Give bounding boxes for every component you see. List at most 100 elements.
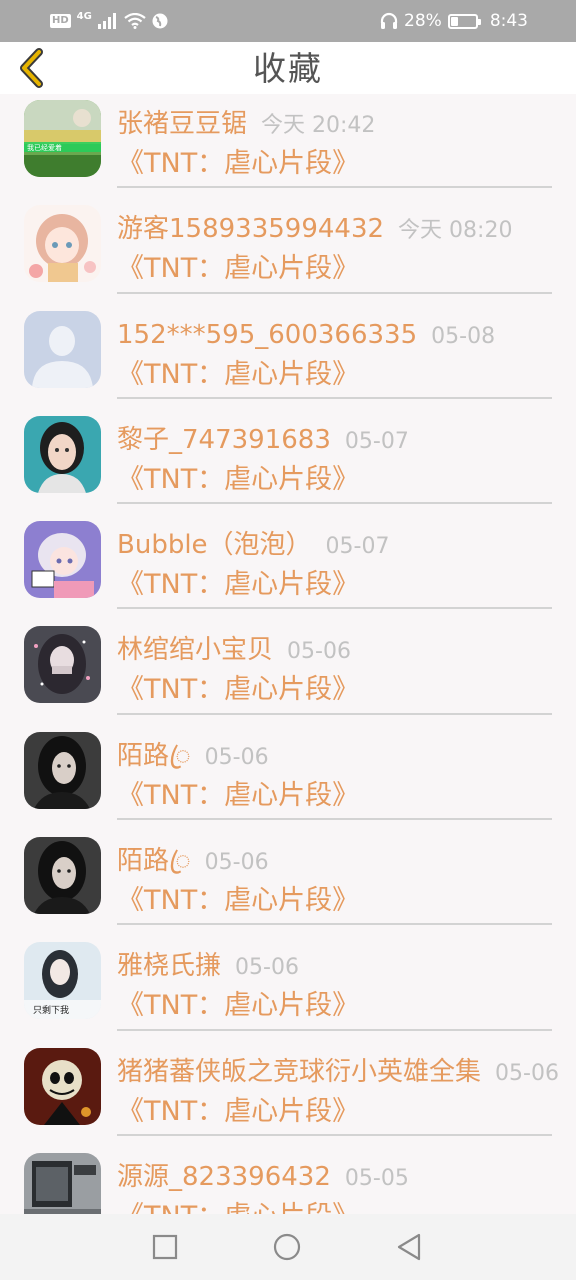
divider	[117, 818, 552, 821]
avatar[interactable]	[24, 731, 101, 809]
back-triangle-icon	[397, 1233, 421, 1261]
avatar[interactable]	[24, 310, 101, 388]
timestamp: 05-07	[325, 534, 390, 560]
nickname: 雅桡氏搛	[117, 951, 222, 982]
timestamp: 05-05	[344, 1165, 409, 1191]
list-item[interactable]: 我已经爱着 张褚豆豆锯 今天 20:42 《TNT：虐心片段》	[0, 94, 576, 199]
list-item[interactable]: 林绾绾小宝贝 05-06 《TNT：虐心片段》	[0, 620, 576, 725]
avatar-image: 只剩下我	[24, 942, 101, 1020]
avatar-image	[24, 415, 101, 493]
timestamp: 05-06	[495, 1060, 559, 1086]
avatar-image	[24, 521, 101, 599]
recent-apps-button[interactable]	[150, 1232, 180, 1262]
list-item[interactable]: 源源_823396432 05-05 《TNT：虐心片段》	[0, 1147, 576, 1214]
avatar[interactable]	[24, 205, 101, 283]
work-title[interactable]: 《TNT：虐心片段》	[117, 251, 359, 287]
headset-icon	[380, 12, 398, 29]
avatar[interactable]	[24, 626, 101, 704]
back-nav-button[interactable]	[394, 1232, 424, 1262]
network-type: 4G	[76, 11, 92, 22]
avatar[interactable]: 我已经爱着	[24, 100, 101, 177]
work-title[interactable]: 《TNT：虐心片段》	[117, 462, 359, 498]
avatar[interactable]	[24, 1152, 101, 1214]
timestamp: 今天 20:42	[261, 113, 376, 138]
list-item[interactable]: 152***595_600366335 05-08 《TNT：虐心片段》	[0, 305, 576, 410]
signal-icon	[97, 13, 116, 29]
home-icon	[273, 1233, 301, 1261]
divider	[117, 607, 552, 610]
hd-badge: HD	[50, 14, 71, 28]
avatar-badge-text: 只剩下我	[33, 1004, 69, 1016]
divider	[117, 712, 552, 715]
system-nav-bar	[0, 1214, 576, 1280]
avatar[interactable]	[24, 837, 101, 915]
work-title[interactable]: 《TNT：虐心片段》	[117, 778, 359, 814]
avatar-image: 我已经爱着	[24, 100, 101, 177]
timestamp: 05-06	[287, 639, 351, 665]
work-title[interactable]: 《TNT：虐心片段》	[117, 672, 359, 708]
globe-icon	[152, 13, 168, 29]
avatar[interactable]	[24, 1047, 101, 1125]
timestamp: 今天 08:20	[398, 218, 513, 244]
work-title[interactable]: 《TNT：虐心片段》	[117, 883, 359, 919]
avatar-image	[24, 1152, 101, 1214]
avatar-image	[24, 626, 101, 704]
battery-level	[450, 16, 458, 26]
avatar-image	[24, 731, 101, 809]
nickname: 源源_823396432	[117, 1161, 331, 1192]
nickname: 陌路ꦿ	[117, 740, 191, 771]
avatar-image	[24, 205, 101, 283]
divider	[117, 502, 552, 505]
work-title[interactable]: 《TNT：虐心片段》	[117, 567, 359, 603]
nickname: 猪猪蕃侠皈之竞球衍小英雄全集	[117, 1056, 482, 1087]
page-title: 收藏	[253, 49, 323, 88]
home-button[interactable]	[272, 1232, 302, 1262]
timestamp: 05-06	[235, 955, 299, 981]
default-avatar-icon	[24, 310, 101, 388]
list-item[interactable]: 游客1589335994432 今天 08:20 《TNT：虐心片段》	[0, 199, 576, 304]
divider	[117, 1133, 552, 1136]
nickname: 黎子_747391683	[117, 424, 331, 455]
divider	[117, 291, 552, 294]
nickname: 游客1589335994432	[117, 214, 385, 245]
battery-icon	[447, 13, 481, 29]
work-title[interactable]: 《TNT：虐心片段》	[117, 357, 359, 393]
recent-apps-icon	[152, 1234, 178, 1260]
nickname: Bubble（泡泡）	[117, 530, 312, 561]
divider	[117, 923, 552, 926]
work-title[interactable]: 《TNT：虐心片段》	[117, 1199, 359, 1214]
timestamp: 05-06	[204, 744, 269, 770]
app-header: 收藏	[0, 42, 576, 94]
divider	[117, 396, 552, 399]
wifi-icon	[124, 13, 146, 29]
battery-percent: 28%	[404, 11, 442, 31]
avatar[interactable]: 只剩下我	[24, 942, 101, 1020]
nickname: 152***595_600366335	[117, 319, 418, 350]
avatar-image	[24, 1047, 101, 1125]
work-title[interactable]: 《TNT：虐心片段》	[117, 1094, 359, 1130]
nickname: 林绾绾小宝贝	[117, 635, 274, 666]
nickname: 陌路ꦿ	[117, 846, 191, 877]
clock: 8:43	[489, 11, 528, 31]
nickname: 张褚豆豆锯	[117, 109, 248, 139]
timestamp: 05-08	[431, 323, 496, 349]
divider	[117, 186, 552, 189]
divider	[117, 1028, 552, 1031]
list-item[interactable]: 猪猪蕃侠皈之竞球衍小英雄全集 05-06 《TNT：虐心片段》	[0, 1042, 576, 1147]
list-item[interactable]: 陌路ꦿ 05-06 《TNT：虐心片段》	[0, 726, 576, 831]
status-bar: HD 4G 28% 8:43	[0, 0, 576, 42]
list-item[interactable]: 黎子_747391683 05-07 《TNT：虐心片段》	[0, 410, 576, 515]
work-title[interactable]: 《TNT：虐心片段》	[117, 146, 359, 182]
avatar[interactable]	[24, 415, 101, 493]
timestamp: 05-07	[344, 428, 409, 454]
avatar-image	[24, 837, 101, 915]
avatar[interactable]	[24, 521, 101, 599]
list-item[interactable]: 陌路ꦿ 05-06 《TNT：虐心片段》	[0, 831, 576, 936]
avatar-badge-text: 我已经爱着	[27, 143, 62, 152]
work-title[interactable]: 《TNT：虐心片段》	[117, 988, 359, 1024]
list-item[interactable]: 只剩下我 雅桡氏搛 05-06 《TNT：虐心片段》	[0, 936, 576, 1041]
list-item[interactable]: Bubble（泡泡） 05-07 《TNT：虐心片段》	[0, 515, 576, 620]
status-right: 28% 8:43	[380, 11, 528, 31]
status-left: HD 4G	[50, 11, 168, 29]
favorites-list[interactable]: 我已经爱着 张褚豆豆锯 今天 20:42 《TNT：虐心片段》 游客1589335	[0, 94, 576, 1214]
